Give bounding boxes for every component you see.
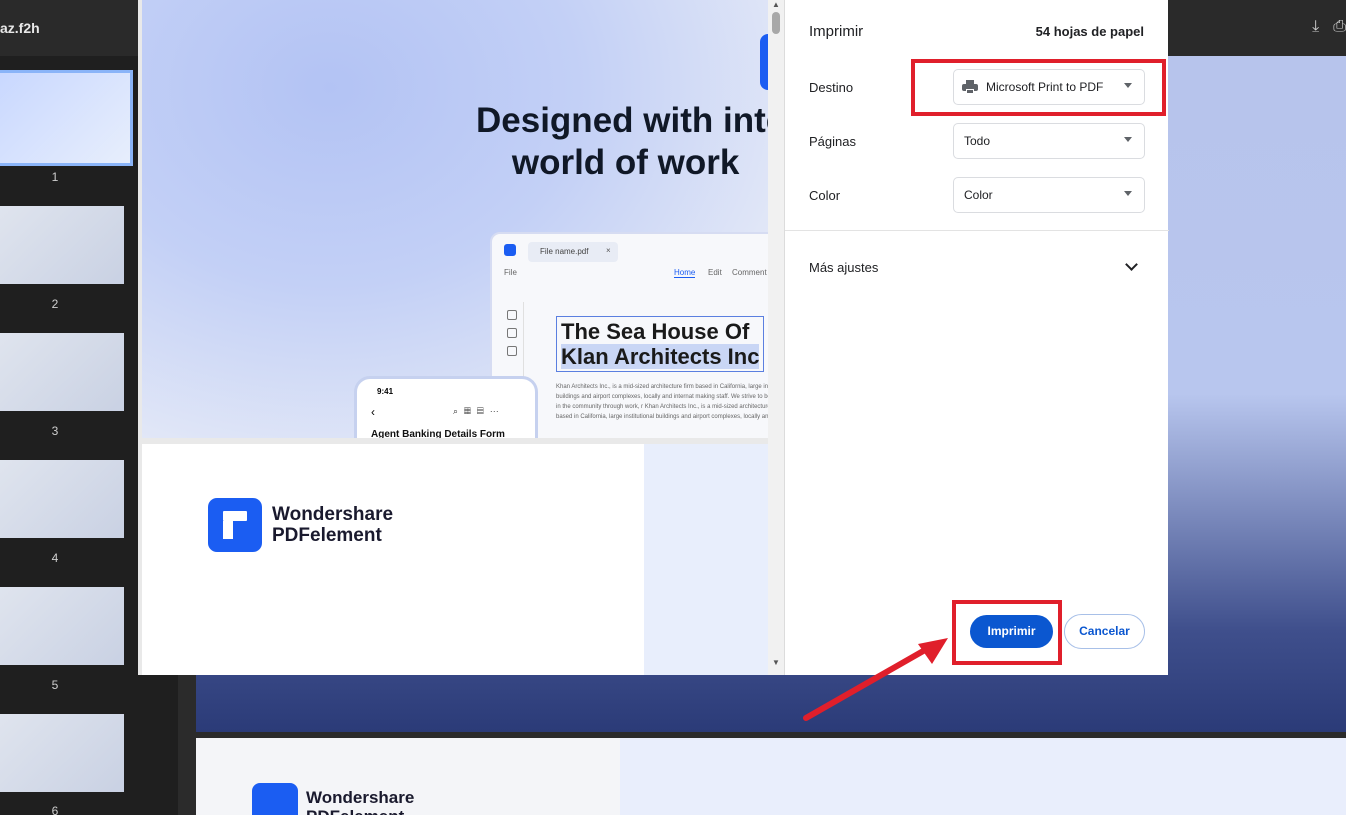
preview-page-2: Wondershare PDFelement	[142, 444, 768, 675]
doc-title: The Sea House Of Klan Architects Inc	[556, 316, 765, 372]
brand-logo-icon	[252, 783, 298, 815]
dropdown-caret-icon	[1124, 191, 1132, 196]
comment-icon	[507, 346, 517, 356]
destination-label: Destino	[809, 80, 854, 95]
pages-select[interactable]: Todo	[953, 123, 1145, 159]
page-thumbnail-number: 4	[51, 551, 59, 565]
page-thumbnail-number: 1	[51, 170, 59, 184]
page-thumbnail-number: 3	[51, 424, 59, 438]
bookmark-icon	[507, 328, 517, 338]
dropdown-caret-icon	[1124, 137, 1132, 142]
brand-line1: Wondershare	[272, 504, 394, 525]
page-thumbnail[interactable]	[0, 206, 124, 284]
headline-line1: Designed with inte	[476, 101, 768, 140]
more-settings-toggle[interactable]: Más ajustes	[809, 260, 878, 275]
pages-label: Páginas	[809, 134, 856, 149]
page-thumbnail[interactable]	[0, 714, 124, 792]
pdfelement-logo-icon	[208, 498, 262, 552]
download-icon[interactable]: ⤓	[1312, 18, 1319, 36]
page-thumbnail-number: 5	[51, 678, 59, 692]
brand-line2: PDFelement	[306, 807, 404, 815]
cancel-button[interactable]: Cancelar	[1064, 614, 1145, 649]
print-preview: Designed with inte world of work File na…	[138, 0, 768, 675]
app-logo-icon	[504, 244, 516, 256]
preview-headline: Designed with inte world of work	[476, 100, 768, 184]
app-menu-comment: Comment	[732, 268, 767, 277]
decorative-tab	[760, 34, 768, 90]
page-thumbnail-number: 6	[51, 804, 59, 815]
app-menu-edit: Edit	[708, 268, 722, 277]
brand-name: WondersharePDFelement	[272, 504, 393, 546]
app-menu-file: File	[504, 268, 517, 277]
color-select[interactable]: Color	[953, 177, 1145, 213]
color-label: Color	[809, 188, 841, 203]
annotation-arrow-icon	[803, 638, 948, 721]
phone-mockup: 9:41 ‹ ⌕▦▤⋯ Agent Banking Details Form	[354, 376, 538, 438]
sheet-count: 54 hojas de papel	[1035, 24, 1144, 39]
app-file-tab: File name.pdf	[528, 242, 618, 262]
page-thumbnail-number: 2	[51, 297, 59, 311]
viewer-page: WondersharePDFelement	[196, 738, 1346, 815]
page-panel	[620, 738, 1346, 815]
preview-page-1: Designed with inte world of work File na…	[142, 0, 768, 438]
doc-body: Khan Architects Inc., is a mid-sized arc…	[556, 384, 768, 420]
preview-scrollbar[interactable]: ▲ ▼	[768, 0, 784, 675]
print-title: Imprimir	[809, 23, 864, 40]
doc-title-line2: Klan Architects Inc	[561, 344, 760, 369]
phone-toolbar-icons: ⌕▦▤⋯	[453, 406, 505, 416]
scrollbar-thumb[interactable]	[772, 12, 780, 34]
headline-line2: world of work	[511, 143, 740, 182]
back-arrow-icon: ‹	[371, 405, 375, 419]
printer-icon[interactable]: ⎙	[1333, 18, 1346, 36]
brand-line1: Wondershare	[306, 788, 415, 807]
divider	[785, 230, 1169, 231]
scroll-up-icon[interactable]: ▲	[772, 0, 780, 9]
brand-line2: PDFelement	[272, 525, 382, 546]
color-value: Color	[964, 188, 993, 202]
phone-time: 9:41	[377, 387, 394, 396]
doc-title-line1: The Sea House Of	[561, 319, 750, 344]
highlight-box-print-button	[952, 600, 1062, 665]
page-thumbnail[interactable]	[0, 333, 124, 411]
close-icon: ×	[606, 246, 611, 255]
page-thumbnail[interactable]	[0, 460, 124, 538]
page-thumbnail[interactable]	[0, 587, 124, 665]
phone-form-title: Agent Banking Details Form	[371, 429, 505, 438]
pages-value: Todo	[964, 134, 991, 148]
screen: az.f2h ⤓ ⎙ 1 2 3 4 5 6 WondersharePDFele…	[0, 0, 1346, 815]
chevron-down-icon[interactable]	[1125, 258, 1138, 271]
viewer-actions: ⤓ ⎙	[1312, 18, 1346, 36]
brand-name: WondersharePDFelement	[306, 788, 414, 815]
page-icon	[507, 310, 517, 320]
viewer-file-title: az.f2h	[0, 20, 40, 36]
scroll-down-icon[interactable]: ▼	[772, 658, 780, 667]
page-thumbnail[interactable]	[0, 70, 133, 166]
page-panel	[644, 444, 768, 675]
highlight-box-destination	[911, 59, 1166, 116]
app-menu-home: Home	[674, 268, 696, 278]
